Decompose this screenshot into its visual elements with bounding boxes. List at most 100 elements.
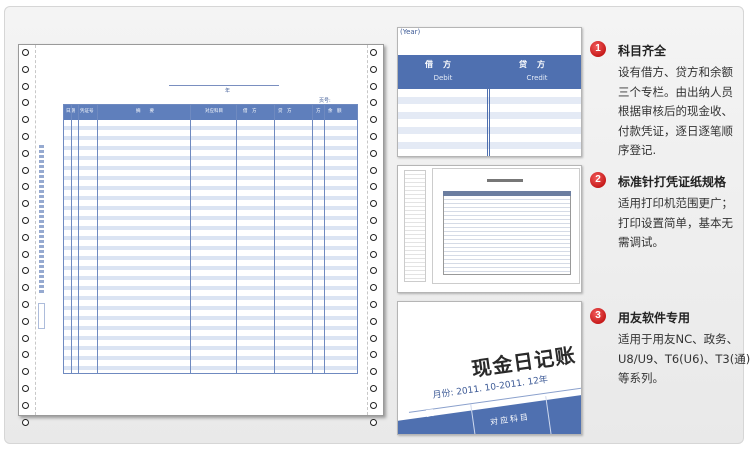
feature-description: 适用于用友NC、政务、 U8/U9、T6(U6)、T3(通) 等系列。 — [618, 330, 750, 389]
tractor-hole — [370, 216, 377, 224]
ledger-header-row: 日期 凭证号 摘 要 对应科目 借 方 贷 方 方 余 额 — [64, 105, 357, 120]
printed-table-header — [443, 191, 571, 196]
tractor-hole — [22, 116, 29, 124]
ledger-col-line — [274, 105, 275, 373]
ledger-form-sheet: 年 页号: 日期 凭证号 摘 要 对应科目 借 方 贷 方 方 余 额 — [18, 44, 384, 426]
ledger-header-debit: 借 方 — [243, 109, 257, 114]
feature-line: 适用打印机范围更广； — [618, 196, 733, 210]
tractor-hole — [22, 49, 29, 56]
printed-table — [443, 191, 571, 275]
tractor-hole — [370, 99, 377, 107]
feature-line: 适用于用友NC、政务、 — [618, 332, 739, 346]
ledger-table: 日期 凭证号 摘 要 对应科目 借 方 贷 方 方 余 额 — [63, 104, 358, 374]
feature-line: 等系列。 — [618, 371, 664, 385]
credit-en-label: Credit — [526, 74, 548, 82]
tractor-hole — [370, 351, 377, 359]
feature-line: 设有借方、贷方和余额 — [618, 65, 733, 79]
tractor-hole — [370, 418, 377, 426]
feature-line: 序登记. — [618, 143, 657, 157]
feature-number-badge: 3 — [590, 308, 606, 324]
tractor-hole — [370, 401, 377, 409]
tractor-hole — [22, 418, 29, 426]
debit-credit-thumbnail: (Year) 借方 Debit 贷方 Credit — [397, 27, 582, 157]
feature-title: 标准针打凭证纸规格 — [618, 175, 727, 189]
ledger-col-line — [78, 105, 79, 373]
tractor-hole — [22, 351, 29, 359]
cash-journal-thumbnail: 现金日记账 月份: 2011. 10-2011. 12年 要 对应科目 — [397, 301, 582, 435]
form-year-label: 年 — [225, 88, 231, 94]
column-separator — [487, 55, 490, 156]
ledger-col-line — [324, 105, 325, 373]
header-summary: 要 — [425, 408, 435, 419]
credit-cn-label: 贷方 — [519, 60, 555, 69]
tractor-hole — [22, 250, 29, 258]
debit-en-label: Debit — [433, 74, 453, 82]
feature-number-badge: 1 — [590, 41, 606, 57]
feature-line: U8/U9、T6(U6)、T3(通) — [618, 351, 750, 366]
ledger-col-line — [97, 105, 98, 373]
tractor-hole — [22, 233, 29, 241]
tractor-hole — [22, 132, 29, 140]
printed-title — [487, 179, 523, 182]
printed-sample-thumbnail — [397, 165, 582, 293]
right-tractor-holes — [370, 49, 380, 435]
back-sheet — [404, 170, 426, 282]
ledger-col-line — [236, 105, 237, 373]
feature-line: 打印设置简单，基本无 — [618, 215, 733, 230]
tractor-hole — [370, 317, 377, 325]
tractor-hole — [22, 216, 29, 224]
left-perforation — [35, 45, 36, 415]
feature-number-badge: 2 — [590, 172, 606, 188]
tractor-hole — [370, 65, 377, 73]
tractor-hole — [370, 132, 377, 140]
feature-line: 需调试。 — [618, 235, 664, 249]
tractor-hole — [370, 166, 377, 174]
side-logo-mark — [38, 303, 45, 329]
tractor-hole — [22, 317, 29, 325]
tractor-hole — [22, 384, 29, 392]
tractor-hole — [370, 82, 377, 90]
tractor-hole — [370, 250, 377, 258]
tractor-hole — [370, 334, 377, 342]
tractor-hole — [370, 49, 377, 56]
right-perforation — [367, 45, 368, 415]
ledger-rows — [64, 120, 357, 373]
left-tractor-holes — [22, 49, 32, 435]
tractor-hole — [370, 149, 377, 157]
year-label: (Year) — [400, 28, 421, 36]
tractor-hole — [22, 65, 29, 73]
form-page-no-label: 页号: — [319, 98, 331, 104]
ledger-col-line — [190, 105, 191, 373]
feature-line: 根据审核后的现金收、 — [618, 104, 733, 118]
ledger-col-line — [71, 105, 72, 373]
tractor-hole — [370, 233, 377, 241]
tractor-hole — [22, 99, 29, 107]
feature-line: 三个专栏。由出纳人员 — [618, 84, 733, 99]
tractor-hole — [22, 183, 29, 191]
feature-description: 适用打印机范围更广； 打印设置简单，基本无 需调试。 — [618, 194, 750, 253]
side-vertical-print — [39, 145, 44, 295]
tractor-hole — [22, 401, 29, 409]
ledger-header-voucher: 凭证号 — [80, 109, 94, 114]
feature-description: 设有借方、贷方和余额 三个专栏。由出纳人员 根据审核后的现金收、 付款凭证，逐日… — [618, 63, 750, 161]
debit-cn-label: 借方 — [425, 60, 461, 69]
ledger-header-summary: 摘 要 — [136, 109, 154, 114]
tractor-hole — [370, 284, 377, 292]
tractor-hole — [22, 334, 29, 342]
tractor-hole — [370, 384, 377, 392]
ledger-header-direction: 方 — [316, 109, 321, 114]
tractor-hole — [22, 82, 29, 90]
header-band — [398, 391, 581, 434]
ledger-header-balance: 余 额 — [328, 109, 342, 114]
tractor-hole — [22, 200, 29, 208]
tractor-hole — [370, 183, 377, 191]
product-panel: 年 页号: 日期 凭证号 摘 要 对应科目 借 方 贷 方 方 余 额 (Yea… — [4, 6, 750, 444]
tractor-hole — [370, 200, 377, 208]
ledger-header-account: 对应科目 — [205, 109, 223, 114]
tractor-hole — [370, 116, 377, 124]
form-title-line — [169, 85, 279, 86]
tractor-hole — [370, 300, 377, 308]
feature-title: 用友软件专用 — [618, 311, 691, 325]
feature-line: 付款凭证，逐日逐笔顺 — [618, 123, 733, 138]
printed-sheet — [432, 168, 580, 284]
